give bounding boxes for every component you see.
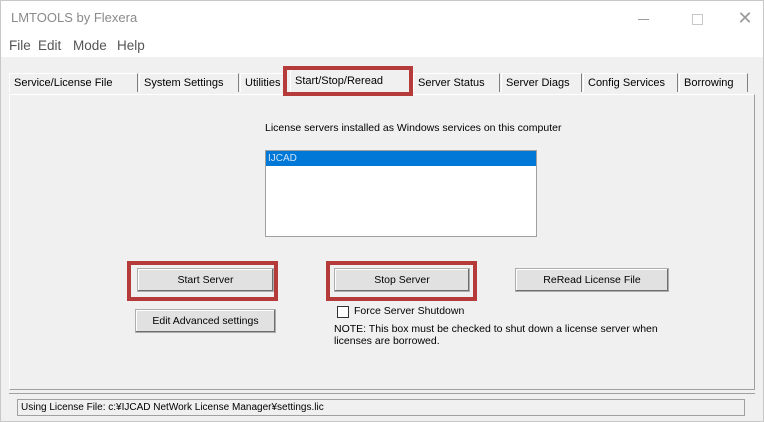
status-divider xyxy=(9,393,755,394)
tab-service-license-file[interactable]: Service/License File xyxy=(9,73,138,92)
tab-start-stop-reread[interactable]: Start/Stop/Reread xyxy=(290,69,412,93)
minimize-icon xyxy=(637,18,649,20)
force-shutdown-label: Force Server Shutdown xyxy=(354,305,465,317)
tab-bar: Service/License File System Settings Uti… xyxy=(1,69,763,93)
maximize-button[interactable] xyxy=(675,3,719,33)
reread-license-button[interactable]: ReRead License File xyxy=(515,268,669,292)
list-item[interactable]: IJCAD xyxy=(266,151,536,166)
minimize-button[interactable] xyxy=(621,3,665,33)
close-button[interactable]: ✕ xyxy=(723,3,764,33)
start-server-button[interactable]: Start Server xyxy=(137,268,274,292)
tab-borrowing[interactable]: Borrowing xyxy=(679,73,748,92)
menu-mode[interactable]: Mode xyxy=(73,38,107,53)
maximize-icon xyxy=(691,13,703,25)
menu-edit[interactable]: Edit xyxy=(38,38,61,53)
services-listbox[interactable]: IJCAD xyxy=(265,150,537,237)
status-bar: Using License File: c:¥IJCAD NetWork Lic… xyxy=(17,399,745,416)
title-bar: LMTOOLS by Flexera ✕ xyxy=(1,1,763,35)
stop-server-button[interactable]: Stop Server xyxy=(334,268,470,292)
borrow-note: NOTE: This box must be checked to shut d… xyxy=(334,323,658,347)
edit-advanced-settings-button[interactable]: Edit Advanced settings xyxy=(135,309,276,333)
tab-server-status[interactable]: Server Status xyxy=(413,73,500,92)
close-icon: ✕ xyxy=(737,8,753,28)
menu-file[interactable]: File xyxy=(9,38,31,53)
services-label: License servers installed as Windows ser… xyxy=(265,122,562,134)
menu-help[interactable]: Help xyxy=(117,38,145,53)
tab-config-services[interactable]: Config Services xyxy=(583,73,678,92)
lmtools-window: LMTOOLS by Flexera ✕ File Edit Mode Help… xyxy=(0,0,764,422)
force-shutdown-checkbox[interactable] xyxy=(337,306,349,318)
menu-bar: File Edit Mode Help xyxy=(1,35,763,57)
tab-server-diags[interactable]: Server Diags xyxy=(501,73,582,92)
tab-system-settings[interactable]: System Settings xyxy=(139,73,239,92)
tab-utilities[interactable]: Utilities xyxy=(240,73,284,92)
window-title: LMTOOLS by Flexera xyxy=(11,10,138,25)
